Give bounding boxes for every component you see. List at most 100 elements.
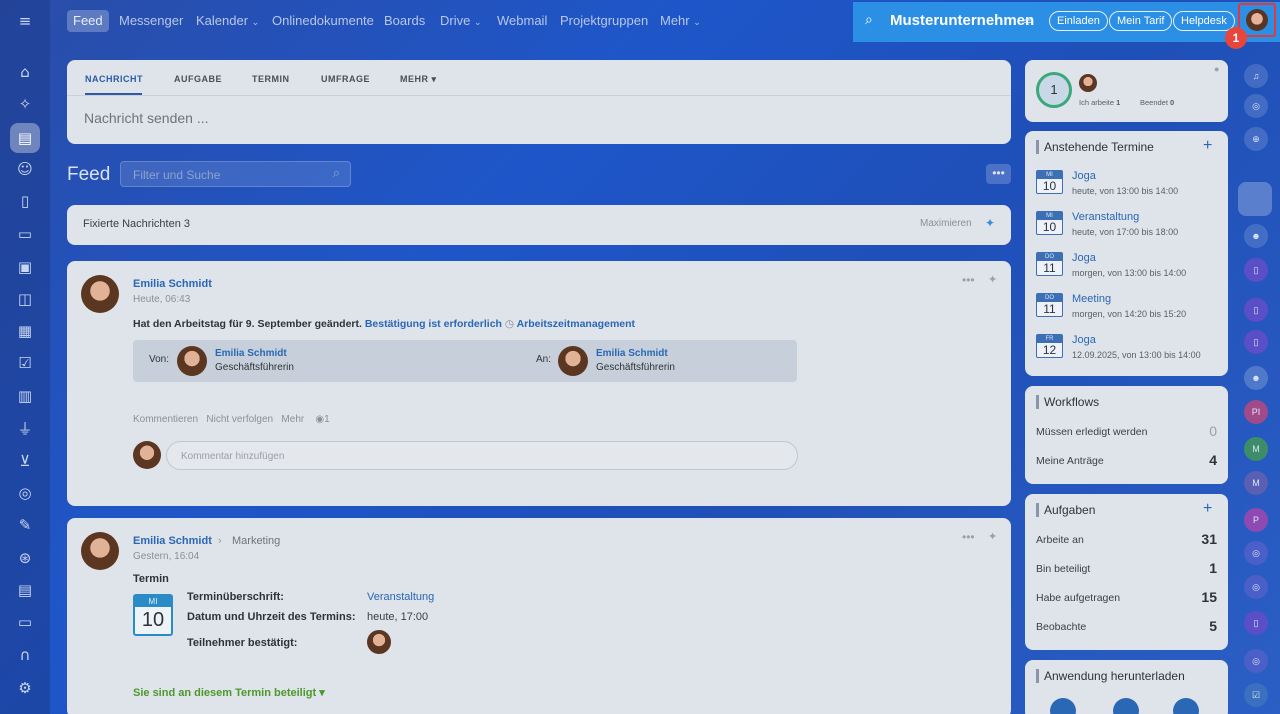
event-link[interactable]: Meeting <box>1072 293 1111 305</box>
message-input[interactable]: Nachricht senden ... <box>84 110 209 126</box>
headset-icon[interactable]: ∩ <box>14 644 36 666</box>
nav-boards[interactable]: Boards <box>378 10 431 32</box>
workflow-row-label[interactable]: Müssen erledigt werden <box>1036 426 1147 438</box>
section-title[interactable]: Workflows <box>1044 395 1099 409</box>
target-icon[interactable]: ◎ <box>14 482 36 504</box>
chat-icon[interactable]: ▯ <box>1244 611 1268 635</box>
to-name[interactable]: Emilia Schmidt <box>596 348 668 359</box>
post-time[interactable]: Gestern, 16:04 <box>133 551 199 562</box>
feed-icon[interactable]: ▤ <box>10 123 40 153</box>
presentation-icon[interactable]: ▣ <box>14 256 36 278</box>
comment-input[interactable]: Kommentar hinzufügen <box>166 441 798 470</box>
feed-more-button[interactable]: ••• <box>986 164 1011 184</box>
group-link[interactable]: Marketing <box>232 535 280 547</box>
nav-drive[interactable]: Drive ⌄ <box>434 10 488 32</box>
comment-button[interactable]: Kommentieren <box>133 414 198 425</box>
store-icon[interactable]: ▤ <box>14 579 36 601</box>
add-task-button[interactable]: + <box>1203 500 1212 518</box>
notification-bell-icon[interactable]: ♫ <box>1244 64 1268 88</box>
from-avatar[interactable] <box>177 346 207 376</box>
nav-project-groups[interactable]: Projektgruppen <box>554 10 654 32</box>
chat-icon[interactable]: ▯ <box>1244 330 1268 354</box>
drive-icon[interactable]: ▭ <box>14 223 36 245</box>
post-time[interactable]: Heute, 06:43 <box>133 294 190 305</box>
search-icon[interactable]: ⌕ <box>865 12 873 28</box>
company-name[interactable]: Musterunternehmen <box>890 12 1034 29</box>
group-avatar[interactable]: ☻ <box>1244 366 1268 390</box>
unfollow-button[interactable]: Nicht verfolgen <box>206 414 273 425</box>
analytics-icon[interactable]: ▥ <box>14 385 36 407</box>
pin-icon[interactable]: ✦ <box>988 273 997 286</box>
feed-filter-input[interactable]: Filter und Suche ⌕ <box>120 161 351 187</box>
participant-avatar[interactable] <box>367 630 391 654</box>
search-icon[interactable]: ⌕ <box>333 166 340 181</box>
timeman-link[interactable]: Arbeitszeitmanagement <box>517 318 635 330</box>
invite-button[interactable]: Einladen <box>1049 11 1108 31</box>
funnel-icon[interactable]: ⏚ <box>14 418 36 440</box>
confirmation-link[interactable]: Bestätigung ist erforderlich <box>365 318 502 330</box>
author-name[interactable]: Emilia Schmidt <box>133 278 212 290</box>
section-title[interactable]: Anstehende Termine <box>1044 140 1154 154</box>
nav-online-documents[interactable]: Onlinedokumente <box>266 10 380 32</box>
chat-avatar-m[interactable]: M <box>1244 437 1268 461</box>
team-icon[interactable]: ☺ <box>14 158 36 180</box>
tab-message[interactable]: NACHRICHT <box>85 74 143 84</box>
more-icon[interactable]: ••• <box>962 530 975 544</box>
tab-event[interactable]: TERMIN <box>252 74 290 84</box>
more-button[interactable]: Mehr <box>281 414 304 425</box>
maximize-button[interactable]: Maximieren <box>920 218 972 229</box>
participation-dropdown[interactable]: Sie sind an diesem Termin beteiligt ▾ <box>133 686 325 699</box>
calendar-icon[interactable]: ▦ <box>14 320 36 342</box>
tab-more[interactable]: MEHR ▾ <box>400 74 437 85</box>
worktime-counter[interactable]: 1 <box>1036 72 1072 108</box>
task-row-label[interactable]: Arbeite an <box>1036 534 1084 546</box>
author-avatar[interactable] <box>81 275 119 313</box>
contact-avatar[interactable] <box>1238 182 1272 216</box>
nav-more[interactable]: Mehr ⌄ <box>654 10 707 32</box>
search-chat-icon[interactable]: ⊕ <box>1244 127 1268 151</box>
robot-icon[interactable]: ⊛ <box>14 547 36 569</box>
puzzle-icon[interactable]: ✧ <box>14 93 36 115</box>
task-row-label[interactable]: Bin beteiligt <box>1036 563 1090 575</box>
tab-poll[interactable]: UMFRAGE <box>321 74 370 84</box>
nav-messenger[interactable]: Messenger <box>113 10 189 32</box>
more-icon[interactable]: ••• <box>962 273 975 287</box>
menu-icon[interactable]: ≡ <box>14 10 36 32</box>
event-link[interactable]: Veranstaltung <box>1072 211 1139 223</box>
event-link[interactable]: Joga <box>1072 334 1096 346</box>
group-avatar[interactable]: ☻ <box>1244 224 1268 248</box>
id-card-icon[interactable]: ▭ <box>14 611 36 633</box>
to-avatar[interactable] <box>558 346 588 376</box>
my-plan-button[interactable]: Mein Tarif <box>1109 11 1173 31</box>
chat-icon[interactable]: ◫ <box>14 288 36 310</box>
settings-icon[interactable]: ● <box>1214 64 1219 74</box>
author-name[interactable]: Emilia Schmidt <box>133 535 212 547</box>
home-icon[interactable]: ⌂ <box>14 61 36 83</box>
cart-icon[interactable]: ⊻ <box>14 450 36 472</box>
pin-icon[interactable]: ✦ <box>988 530 997 543</box>
document-icon[interactable]: ▯ <box>14 190 36 212</box>
event-title-link[interactable]: Veranstaltung <box>367 591 434 603</box>
author-avatar[interactable] <box>81 532 119 570</box>
pinned-messages-bar[interactable]: Fixierte Nachrichten 3 Maximieren ✦ <box>67 205 1011 245</box>
chat-avatar-p[interactable]: P <box>1244 508 1268 532</box>
event-link[interactable]: Joga <box>1072 252 1096 264</box>
chat-icon[interactable]: ▯ <box>1244 298 1268 322</box>
bot-icon[interactable]: ◎ <box>1244 541 1268 565</box>
section-title[interactable]: Aufgaben <box>1044 503 1095 517</box>
windows-icon[interactable] <box>1113 698 1139 714</box>
copilot-icon[interactable]: ◎ <box>1244 94 1268 118</box>
task-row-label[interactable]: Beobachte <box>1036 621 1086 633</box>
add-event-button[interactable]: + <box>1203 137 1212 155</box>
chat-avatar-m[interactable]: M <box>1244 471 1268 495</box>
apple-icon[interactable] <box>1050 698 1076 714</box>
pin-icon[interactable]: ✦ <box>985 216 995 230</box>
bot-icon[interactable]: ◎ <box>1244 649 1268 673</box>
chat-icon[interactable]: ▯ <box>1244 258 1268 282</box>
task-row-label[interactable]: Habe aufgetragen <box>1036 592 1120 604</box>
from-name[interactable]: Emilia Schmidt <box>215 348 287 359</box>
tasks-chat-icon[interactable]: ☑ <box>1244 683 1268 707</box>
tab-task[interactable]: AUFGABE <box>174 74 222 84</box>
settings-icon[interactable]: ⚙ <box>14 677 36 699</box>
event-link[interactable]: Joga <box>1072 170 1096 182</box>
